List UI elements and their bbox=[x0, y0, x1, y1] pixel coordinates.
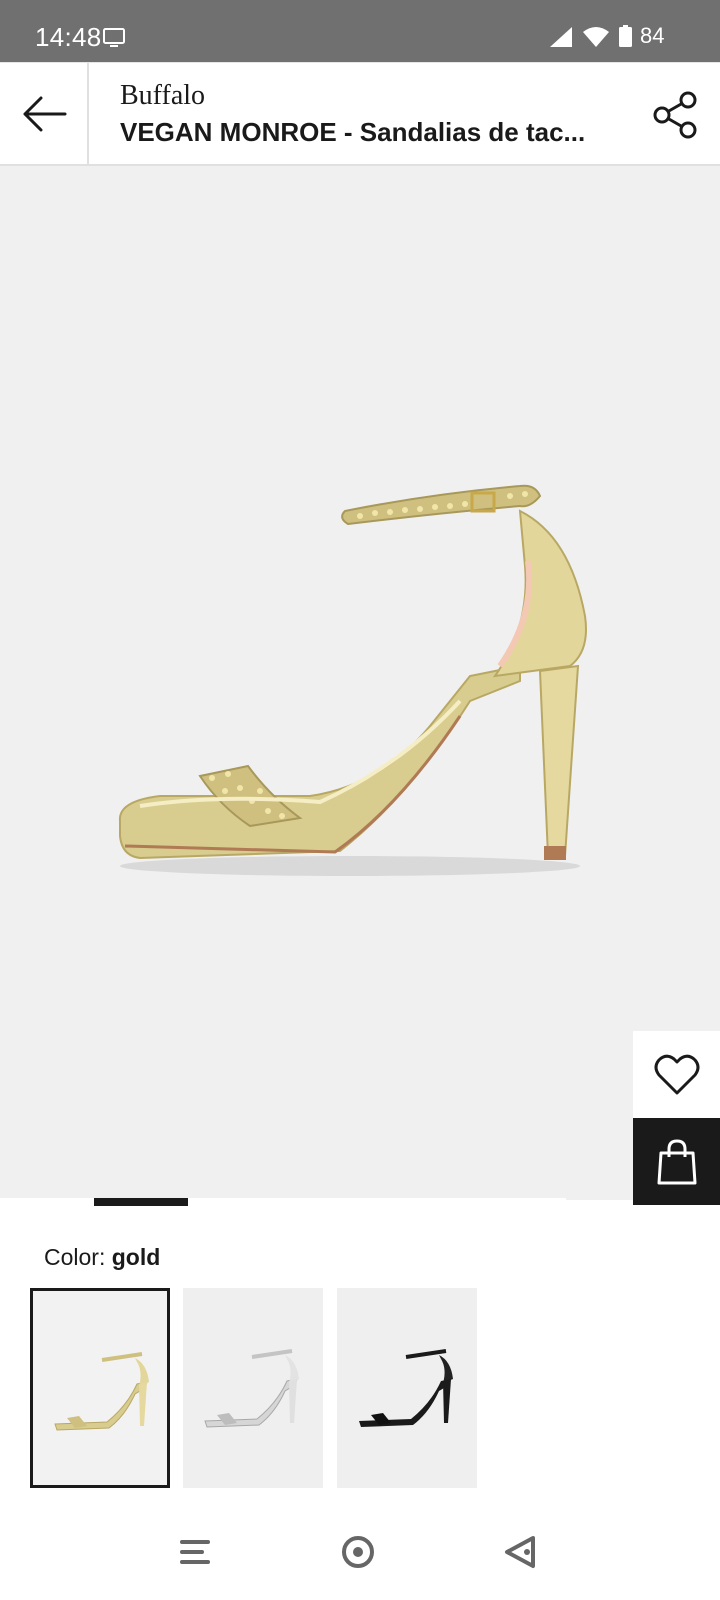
color-swatch-gold[interactable] bbox=[30, 1288, 170, 1488]
selected-color: gold bbox=[111, 1244, 161, 1270]
wifi-icon bbox=[583, 27, 609, 47]
gallery-progress-track bbox=[0, 1198, 566, 1206]
brand-name: Buffalo bbox=[120, 80, 206, 111]
color-label-text: Color: bbox=[44, 1244, 106, 1270]
heart-icon bbox=[654, 1054, 699, 1094]
signal-icon bbox=[550, 27, 572, 47]
silver-sandal-thumbnail bbox=[204, 1349, 299, 1428]
color-swatch-silver[interactable] bbox=[183, 1288, 323, 1488]
product-title: VEGAN MONROE - Sandalias de tac... bbox=[120, 117, 586, 147]
share-icon bbox=[653, 91, 697, 139]
back-button[interactable] bbox=[0, 63, 89, 165]
arrow-left-icon bbox=[23, 96, 66, 132]
product-image-gallery[interactable] bbox=[0, 166, 720, 1200]
gold-sandal-thumbnail bbox=[54, 1352, 149, 1431]
status-bar: 14:48 84 bbox=[0, 0, 720, 62]
product-header: Buffalo VEGAN MONROE - Sandalias de tac.… bbox=[0, 62, 720, 166]
product-image[interactable] bbox=[100, 466, 620, 886]
status-time: 14:48 bbox=[35, 22, 102, 52]
system-navigation-bar bbox=[0, 1505, 720, 1600]
gallery-progress-indicator bbox=[94, 1198, 188, 1206]
battery-icon bbox=[619, 25, 632, 47]
home-icon[interactable] bbox=[340, 1534, 376, 1570]
add-to-bag-button[interactable] bbox=[633, 1118, 720, 1205]
color-label: Color: gold bbox=[44, 1244, 160, 1271]
menu-icon[interactable] bbox=[178, 1537, 212, 1567]
shopping-bag-icon bbox=[657, 1138, 696, 1184]
battery-level: 84 bbox=[640, 23, 665, 48]
color-swatch-black[interactable] bbox=[337, 1288, 477, 1488]
black-sandal-thumbnail bbox=[359, 1349, 453, 1427]
screen-cast-icon bbox=[103, 28, 125, 47]
back-triangle-icon[interactable] bbox=[503, 1534, 537, 1570]
wishlist-button[interactable] bbox=[633, 1031, 720, 1118]
share-button[interactable] bbox=[650, 90, 700, 140]
